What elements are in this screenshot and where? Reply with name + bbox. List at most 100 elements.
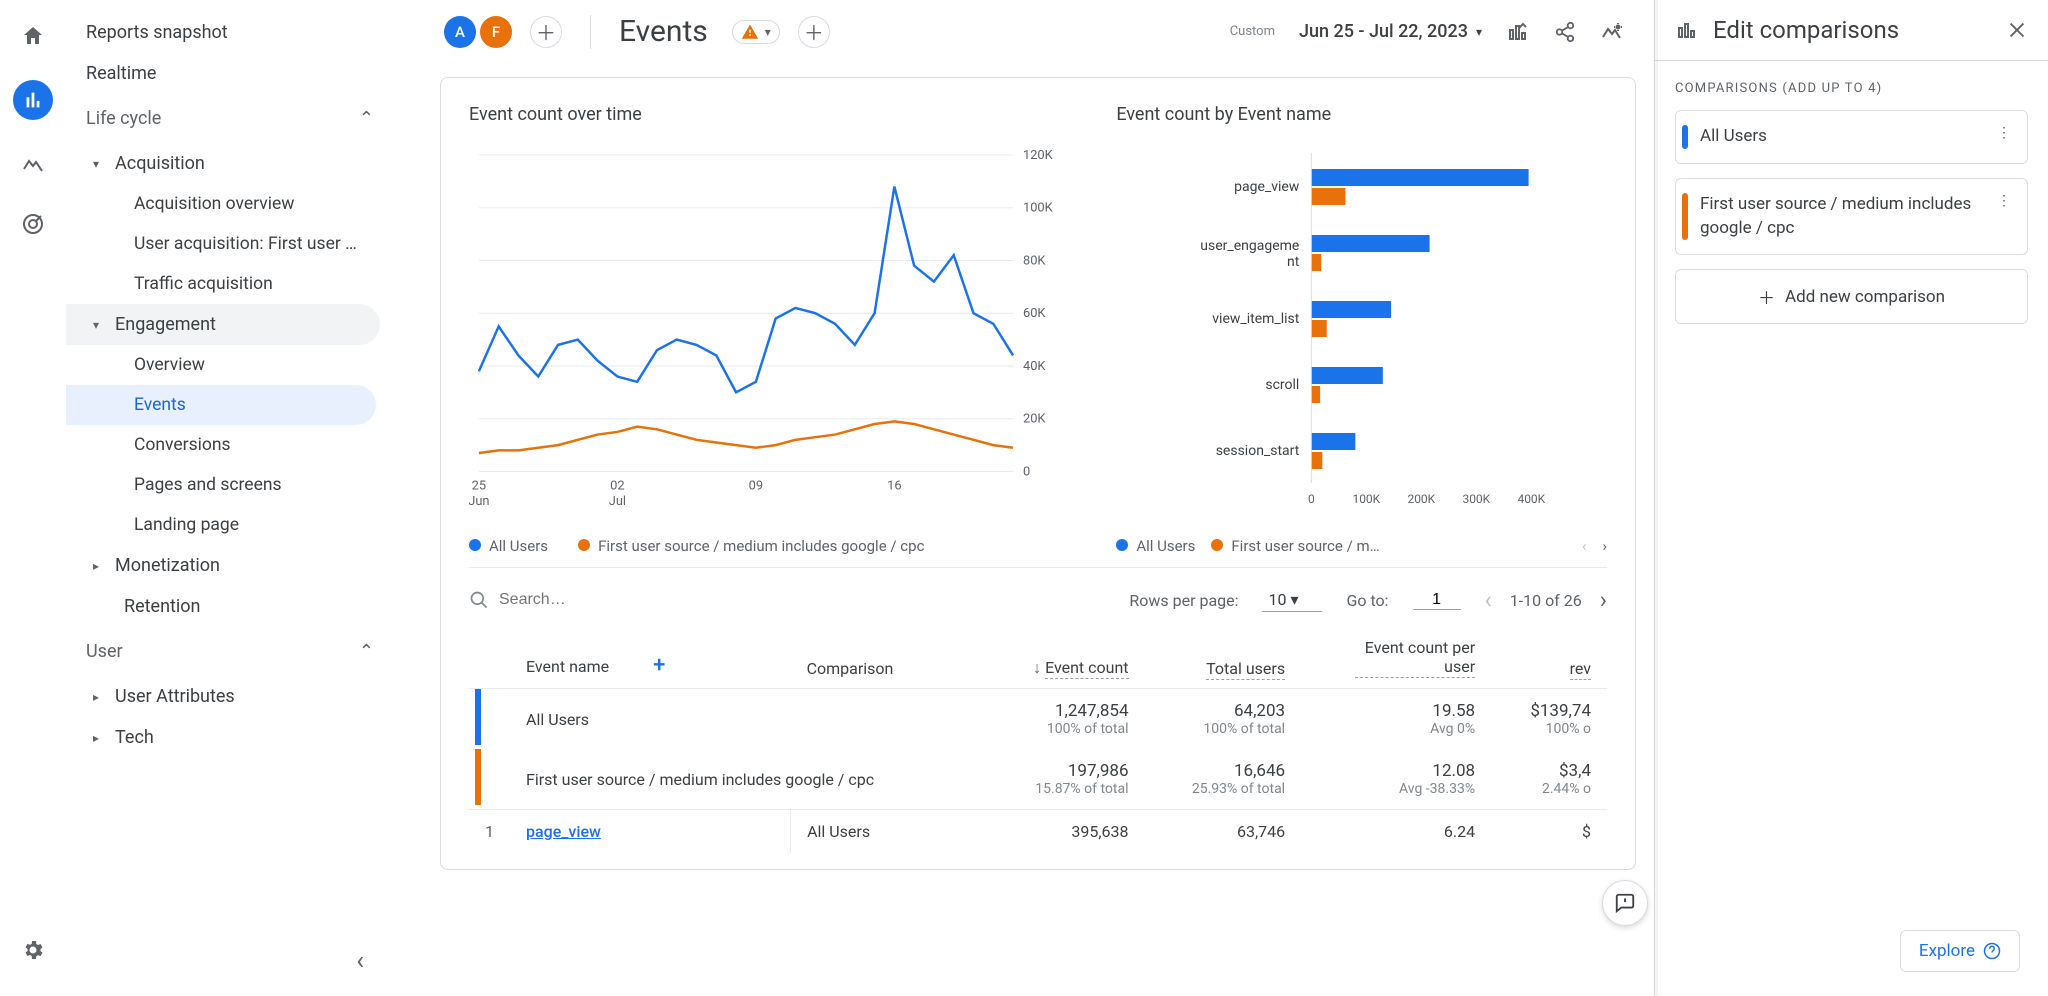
nav-reports-snapshot[interactable]: Reports snapshot (66, 12, 380, 53)
table-row[interactable]: 1 page_view All Users 395,638 63,746 6.2… (469, 810, 1607, 854)
svg-text:nt: nt (1287, 254, 1300, 270)
feedback-button[interactable] (1602, 880, 1648, 926)
rows-per-page-label: Rows per page: (1129, 591, 1238, 610)
legend-next-icon[interactable]: › (1602, 537, 1607, 555)
comparison-chip-f[interactable]: F (480, 16, 512, 48)
customize-report-icon[interactable] (1506, 20, 1530, 44)
svg-text:40K: 40K (1023, 359, 1046, 374)
svg-text:80K: 80K (1023, 253, 1046, 268)
nav-user-attributes[interactable]: User Attributes (66, 676, 394, 717)
svg-text:300K: 300K (1463, 492, 1491, 506)
svg-text:16: 16 (887, 478, 901, 493)
add-filter-chip[interactable]: ＋ (798, 16, 830, 48)
nav-events[interactable]: Events (66, 385, 376, 425)
event-link[interactable]: page_view (526, 822, 601, 841)
table-search-input[interactable] (499, 591, 619, 609)
nav-overview[interactable]: Overview (66, 345, 376, 385)
page-prev-icon[interactable]: ‹ (1485, 586, 1492, 614)
bar-chart-legend: All Users First user source / m… ‹ › (1116, 537, 1607, 555)
svg-text:100K: 100K (1023, 201, 1054, 216)
help-icon (1983, 942, 2001, 960)
comparisons-section-label: Comparisons (add up to 4) (1675, 81, 2028, 96)
nav-acquisition[interactable]: Acquisition (66, 143, 394, 184)
nav-section-user[interactable]: User ⌃ (66, 627, 394, 676)
svg-text:120K: 120K (1023, 148, 1054, 163)
nav-landing-page[interactable]: Landing page (66, 505, 376, 545)
icon-rail (0, 0, 66, 996)
explore-label: Explore (1919, 941, 1975, 961)
share-icon[interactable] (1554, 21, 1576, 43)
svg-text:25: 25 (472, 478, 486, 493)
legend-prev-icon[interactable]: ‹ (1582, 537, 1587, 555)
col-count-per-user[interactable]: Event count per user (1301, 628, 1491, 689)
col-event-name[interactable]: Event name + (510, 628, 791, 689)
summary-label: All Users (526, 710, 589, 729)
col-total-users[interactable]: Total users (1145, 628, 1302, 689)
admin-gear-icon[interactable] (17, 934, 49, 966)
nav-retention[interactable]: Retention (66, 586, 394, 627)
svg-text:02: 02 (610, 478, 624, 493)
more-menu-icon[interactable]: ⋮ (1991, 193, 2017, 209)
events-table: Event name + Comparison ↓Event count Tot… (469, 628, 1607, 853)
svg-text:scroll: scroll (1266, 377, 1300, 393)
legend-all-users: All Users (1136, 537, 1195, 555)
explore-button[interactable]: Explore (1900, 930, 2020, 972)
comparison-chip-a[interactable]: A (444, 16, 476, 48)
time-chart-title: Event count over time (469, 104, 1082, 125)
time-chart-legend: All Users First user source / medium inc… (469, 537, 1082, 555)
table-controls: Rows per page: 10 ▾ Go to: ‹ 1-10 of 26 … (469, 567, 1607, 622)
date-range-picker[interactable]: Jun 25 - Jul 22, 2023 ▾ (1299, 21, 1482, 42)
nav-user-acquisition[interactable]: User acquisition: First user … (66, 224, 376, 264)
add-dimension-icon[interactable]: + (653, 653, 665, 678)
comparison-text: First user source / medium includes goog… (1700, 193, 1991, 241)
comparison-card[interactable]: All Users ⋮ (1675, 110, 2028, 164)
legend-dot-orange (578, 539, 590, 551)
goto-page-input[interactable] (1413, 591, 1461, 610)
nav-engagement[interactable]: Engagement (66, 304, 380, 345)
add-new-comparison-button[interactable]: ＋ Add new comparison (1675, 269, 2028, 324)
svg-text:200K: 200K (1408, 492, 1436, 506)
svg-text:Jun: Jun (469, 494, 490, 509)
rows-per-page-select[interactable]: 10 ▾ (1262, 588, 1322, 612)
svg-text:view_item_list: view_item_list (1213, 311, 1300, 327)
svg-text:page_view: page_view (1234, 179, 1300, 195)
nav-conversions[interactable]: Conversions (66, 425, 376, 465)
svg-text:0: 0 (1308, 492, 1315, 506)
nav-tech[interactable]: Tech (66, 717, 394, 758)
plus-icon: ＋ (1758, 284, 1775, 309)
summary-row: All Users 1,247,854100% of total 64,2031… (469, 689, 1607, 750)
date-range-text: Jun 25 - Jul 22, 2023 (1299, 21, 1468, 42)
topbar: A F ＋ Events ▾ ＋ Custom Jun 25 - Jul 22,… (394, 0, 1654, 63)
home-icon[interactable] (17, 20, 49, 52)
nav-user-label: User (86, 641, 123, 662)
nav-section-life-cycle[interactable]: Life cycle ⌃ (66, 94, 394, 143)
search-icon[interactable] (469, 590, 489, 610)
more-menu-icon[interactable]: ⋮ (1991, 125, 2017, 141)
page-next-icon[interactable]: › (1600, 586, 1607, 614)
svg-text:09: 09 (749, 478, 763, 493)
chevron-up-icon: ⌃ (359, 641, 374, 662)
svg-text:session_start: session_start (1216, 443, 1300, 459)
nav-monetization[interactable]: Monetization (66, 545, 394, 586)
nav-realtime[interactable]: Realtime (66, 53, 380, 94)
reports-icon[interactable] (13, 80, 53, 120)
advertising-icon[interactable] (17, 208, 49, 240)
warning-icon (741, 23, 759, 41)
comparison-card[interactable]: First user source / medium includes goog… (1675, 178, 2028, 256)
collapse-nav-icon[interactable]: ‹ (356, 946, 364, 976)
chevron-up-icon: ⌃ (359, 108, 374, 129)
nav-traffic-acquisition[interactable]: Traffic acquisition (66, 264, 376, 304)
summary-label: First user source / medium includes goog… (526, 770, 874, 789)
insights-icon[interactable] (1600, 20, 1624, 44)
explore-icon[interactable] (17, 148, 49, 180)
col-event-count[interactable]: ↓Event count (985, 628, 1144, 689)
nav-pages-screens[interactable]: Pages and screens (66, 465, 376, 505)
nav-acquisition-overview[interactable]: Acquisition overview (66, 184, 376, 224)
legend-all-users: All Users (489, 537, 548, 555)
col-revenue[interactable]: rev (1491, 628, 1607, 689)
chevron-down-icon: ▾ (1476, 25, 1482, 39)
comparison-text: All Users (1700, 125, 1991, 149)
data-quality-warning[interactable]: ▾ (732, 20, 780, 44)
close-icon[interactable] (2006, 19, 2028, 41)
add-comparison-chip[interactable]: ＋ (530, 16, 562, 48)
